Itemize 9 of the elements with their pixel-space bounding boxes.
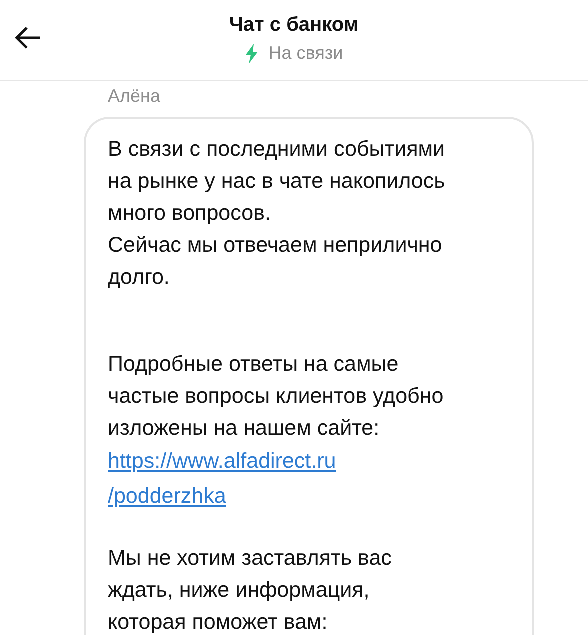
online-status: На связи bbox=[268, 43, 344, 64]
support-link[interactable]: https://www.alfadirect.ru /podderzhka bbox=[108, 444, 336, 514]
message-text: Мы не хотим заставлять вас ждать, ниже информация, которая поможет вам: bbox=[108, 545, 392, 635]
message-text: В связи с последними событиями на рынке у нас в чате накопилось много вопросов. Сейчас мы отвечаем неприлично долго. bbox=[108, 136, 446, 291]
message-text: Подробные ответы на самые частые вопросы клиентов удобно изложены на нашем сайте: bbox=[108, 351, 444, 442]
sender-name: Алёна bbox=[108, 86, 160, 107]
chat-title: Чат с банком bbox=[229, 14, 359, 37]
back-arrow-icon[interactable] bbox=[15, 26, 41, 50]
lightning-icon bbox=[244, 44, 259, 64]
